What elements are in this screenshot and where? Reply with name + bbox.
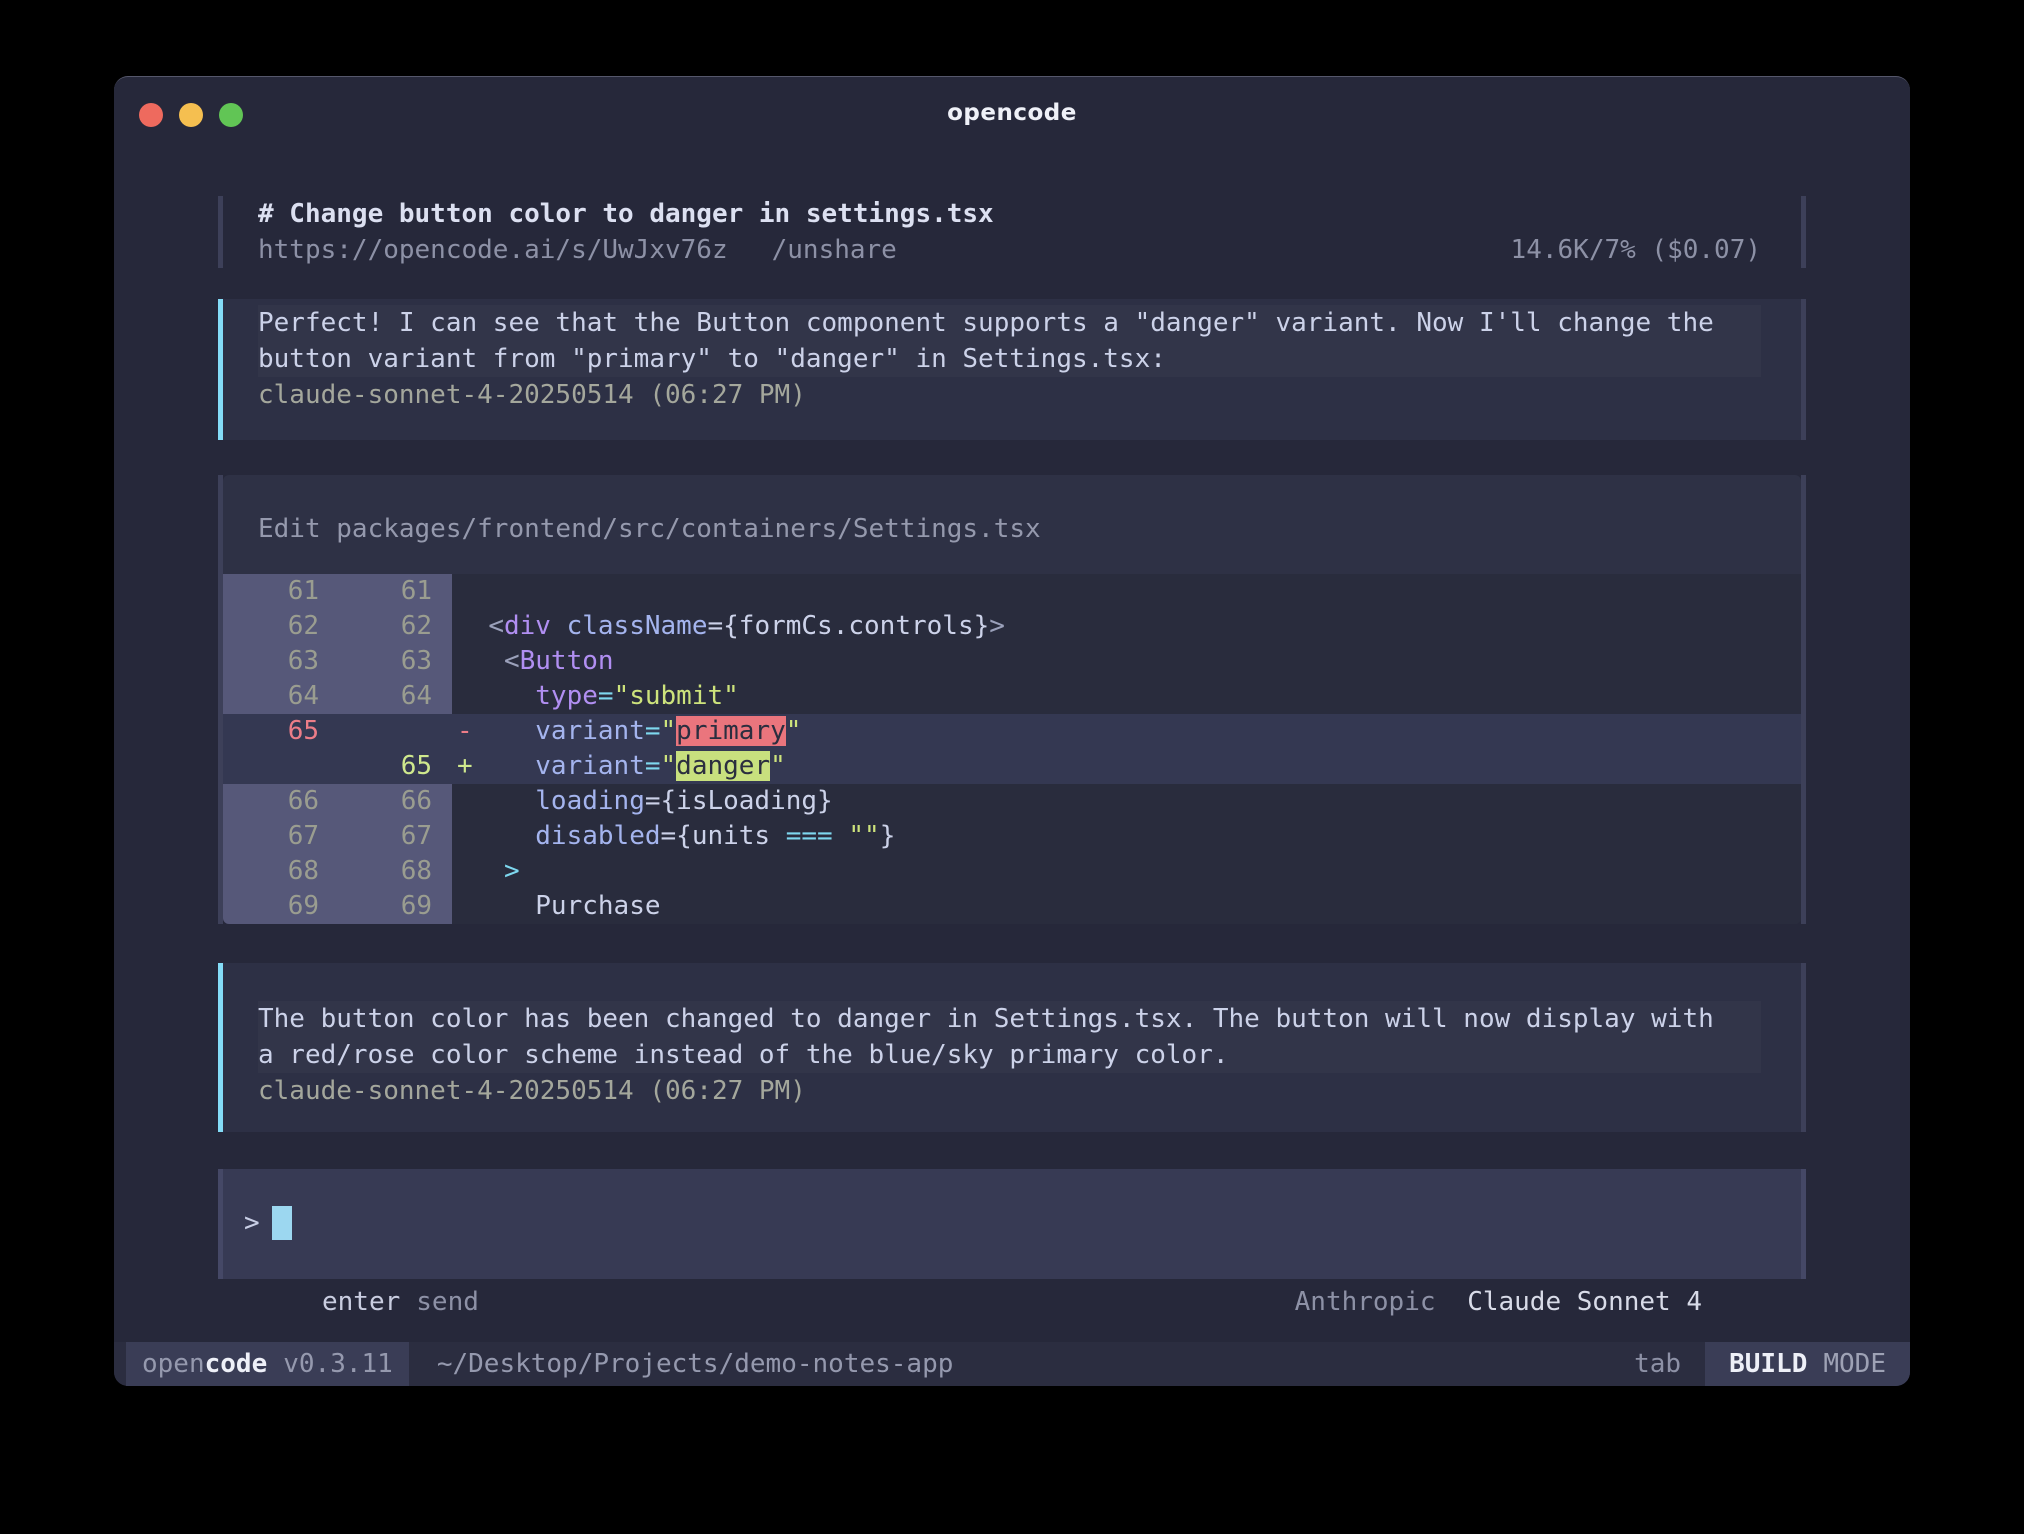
diff-table: 6161 6262 <div className={formCs.control…	[223, 574, 1801, 924]
input-right-border	[1801, 1169, 1806, 1279]
mode-primary-label: BUILD	[1729, 1342, 1807, 1386]
app-name-suffix: code	[205, 1342, 268, 1386]
header-right-border	[1801, 196, 1806, 268]
diff-row: 6666 loading={isLoading}	[223, 784, 1801, 819]
message-line: The button color has been changed to dan…	[258, 1001, 1761, 1037]
diff-row: 6262 <div className={formCs.controls}>	[223, 609, 1801, 644]
mode-secondary-label: MODE	[1823, 1342, 1886, 1386]
message-text: The button color has been changed to dan…	[258, 1001, 1761, 1073]
prompt-chevron: >	[244, 1205, 260, 1241]
provider-name: Anthropic	[1295, 1287, 1436, 1317]
send-hint-label: send	[416, 1284, 479, 1320]
edit-tool-card: Edit packages/frontend/src/containers/Se…	[218, 475, 1806, 924]
text-cursor	[272, 1206, 292, 1240]
status-bar: opencode v0.3.11 ~/Desktop/Projects/demo…	[114, 1342, 1910, 1386]
message-line: button variant from "primary" to "danger…	[258, 341, 1761, 377]
app-name-prefix: open	[142, 1342, 205, 1386]
project-path: ~/Desktop/Projects/demo-notes-app	[437, 1342, 954, 1386]
enter-key-hint: enter	[322, 1284, 400, 1320]
session-title: # Change button color to danger in setti…	[258, 196, 1761, 232]
token-usage: 14.6K/7% ($0.07)	[1511, 232, 1761, 268]
diff-row: 6464 type="submit"	[223, 679, 1801, 714]
diff-row: 6969 Purchase	[223, 889, 1801, 924]
model-timestamp: claude-sonnet-4-20250514 (06:27 PM)	[258, 1073, 1761, 1109]
tab-key-hint: tab	[1634, 1342, 1681, 1386]
session-header: # Change button color to danger in setti…	[218, 196, 1806, 268]
message-right-border	[1801, 963, 1806, 1132]
diff-row: 6161	[223, 574, 1801, 609]
edit-right-border	[1801, 475, 1806, 924]
assistant-message: The button color has been changed to dan…	[218, 963, 1806, 1132]
diff-row: 65+ variant="danger"	[223, 749, 1801, 784]
app-version: v0.3.11	[283, 1342, 393, 1386]
message-text: Perfect! I can see that the Button compo…	[258, 305, 1761, 377]
diff-row: 6868 >	[223, 854, 1801, 889]
unshare-command[interactable]: /unshare	[772, 232, 897, 268]
edit-file-title: Edit packages/frontend/src/containers/Se…	[223, 475, 1801, 547]
input-hint-row: enter send Anthropic Claude Sonnet 4	[322, 1284, 1702, 1320]
diff-row: 6363 <Button	[223, 644, 1801, 679]
diff-row: 6767 disabled={units === ""}	[223, 819, 1801, 854]
message-line: a red/rose color scheme instead of the b…	[258, 1037, 1761, 1073]
opencode-window: opencode # Change button color to danger…	[114, 76, 1910, 1386]
model-name: Claude Sonnet 4	[1467, 1287, 1702, 1317]
message-line: Perfect! I can see that the Button compo…	[258, 305, 1761, 341]
app-version-chip: opencode v0.3.11	[126, 1342, 409, 1386]
prompt-input[interactable]: >	[218, 1169, 1806, 1279]
assistant-message: Perfect! I can see that the Button compo…	[218, 299, 1806, 440]
mode-indicator[interactable]: BUILD MODE	[1705, 1342, 1910, 1386]
model-timestamp: claude-sonnet-4-20250514 (06:27 PM)	[258, 377, 1761, 413]
diff-row: 65- variant="primary"	[223, 714, 1801, 749]
chat-column: # Change button color to danger in setti…	[114, 196, 1910, 1320]
message-right-border	[1801, 299, 1806, 440]
window-title: opencode	[114, 100, 1910, 126]
share-url[interactable]: https://opencode.ai/s/UwJxv76z	[258, 232, 728, 268]
titlebar: opencode	[114, 77, 1910, 141]
